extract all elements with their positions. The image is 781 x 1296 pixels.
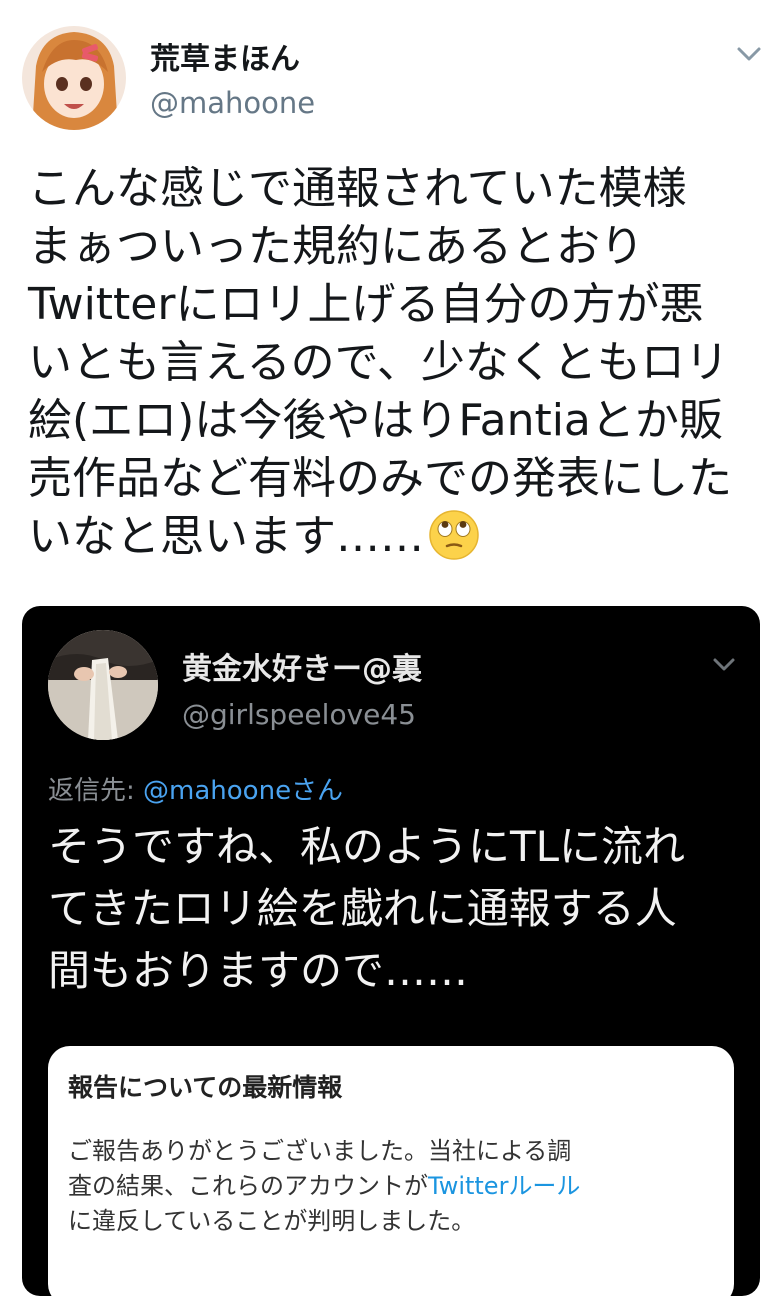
chevron-down-icon[interactable] (710, 654, 738, 676)
quoted-tweet-card[interactable]: 黄金水好きー@裏 @girlspeelove45 返信先: @mahooneさん… (22, 606, 760, 1296)
tweet-text-line: いとも言えるので、少なくともロリ (28, 337, 729, 388)
quoted-text-line: そうですね、私のようにTLに流れ (48, 822, 686, 871)
notice-title: 報告についての最新情報 (68, 1073, 343, 1102)
quoted-author-avatar[interactable] (48, 630, 158, 740)
quoted-text-line: てきたロリ絵を戯れに通報する人 (48, 884, 677, 933)
quoted-author-handle[interactable]: @girlspeelove45 (182, 698, 416, 731)
quoted-text-line: 間もおりますので…… (48, 946, 469, 995)
quoted-author-display-name[interactable]: 黄金水好きー@裏 (182, 644, 422, 688)
author-avatar[interactable] (22, 26, 126, 130)
report-notice-card: 報告についての最新情報 ご報告ありがとうございました。当社による調 査の結果、こ… (48, 1046, 734, 1296)
tweet-text-line: 絵(エロ)は今後やはりFantiaとか販 (28, 395, 723, 446)
chevron-down-icon[interactable] (734, 42, 764, 66)
tweet-text-line-last: いなと思います…… (28, 508, 758, 566)
tweet-text-line-content: いなと思います…… (28, 511, 424, 562)
notice-text-line: 査の結果、これらのアカウントがTwitterルール (68, 1169, 718, 1204)
tweet-text-line: Twitterにロリ上げる自分の方が悪 (28, 279, 704, 330)
quoted-tweet-text: そうですね、私のようにTLに流れ てきたロリ絵を戯れに通報する人 間もおりますの… (48, 816, 748, 1002)
rolling-eyes-emoji-icon (428, 509, 480, 561)
reply-to-line: 返信先: @mahooneさん (48, 770, 343, 807)
tweet-text-line: こんな感じで通報されていた模様 (28, 163, 687, 214)
tweet-header: 荒草まほん @mahoone (0, 0, 781, 150)
tweet-text-line: まぁついった規約にあるとおり (28, 221, 644, 272)
notice-text: ご報告ありがとうございました。当社による調 査の結果、これらのアカウントがTwi… (68, 1134, 718, 1239)
author-handle[interactable]: @mahoone (150, 86, 315, 120)
notice-text-fragment: 査の結果、これらのアカウントが (68, 1172, 428, 1200)
reply-mention-link[interactable]: @mahooneさん (143, 776, 343, 806)
tweet-text-line: 売作品など有料のみでの発表にした (28, 453, 732, 504)
reply-to-label: 返信先: (48, 776, 144, 806)
twitter-rules-link[interactable]: Twitterルール (428, 1172, 580, 1200)
author-display-name[interactable]: 荒草まほん (150, 34, 300, 78)
tweet-text: こんな感じで通報されていた模様 まぁついった規約にあるとおり Twitterにロ… (28, 160, 758, 566)
notice-text-line: ご報告ありがとうございました。当社による調 (68, 1137, 572, 1165)
notice-text-line: に違反していることが判明しました。 (68, 1207, 476, 1235)
